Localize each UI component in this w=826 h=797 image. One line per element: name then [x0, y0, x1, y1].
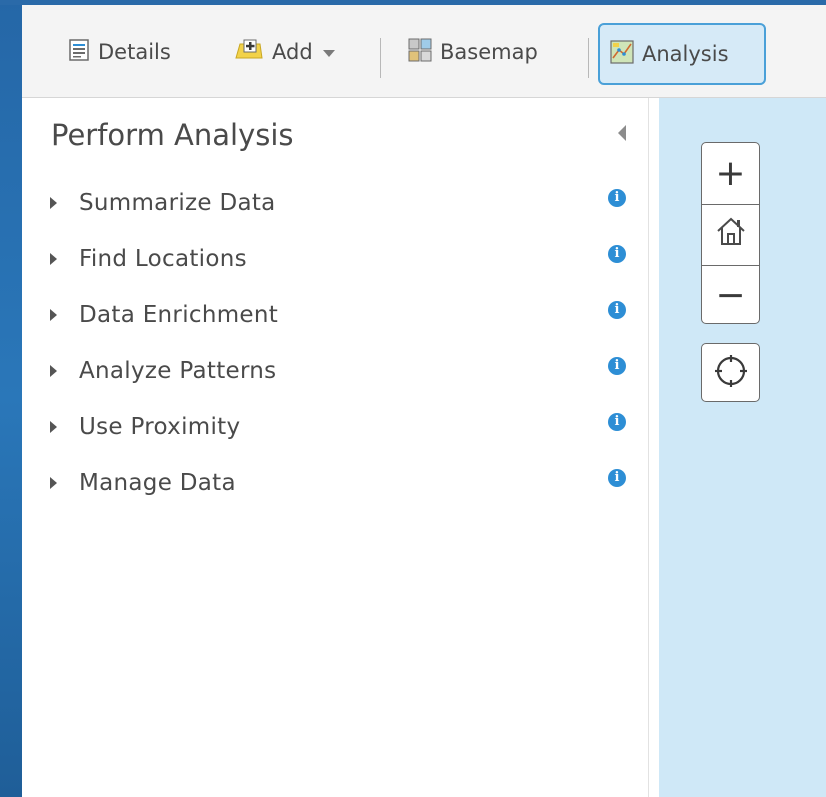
info-icon[interactable]: i: [608, 301, 626, 319]
basemap-grid-icon: [408, 38, 432, 67]
expand-arrow-icon: [50, 421, 57, 433]
expand-arrow-icon: [50, 365, 57, 377]
info-icon[interactable]: i: [608, 469, 626, 487]
analysis-category-manage-data[interactable]: Manage Data: [50, 468, 620, 498]
add-button-label: Add: [272, 40, 313, 64]
desktop-background: [0, 0, 22, 797]
analysis-button[interactable]: Analysis: [598, 23, 766, 85]
info-icon[interactable]: i: [608, 245, 626, 263]
category-label: Data Enrichment: [79, 302, 279, 328]
screen: Details Add Basemap Analysis Perform Ana…: [0, 0, 826, 797]
chevron-down-icon: [322, 50, 335, 57]
zoom-in-button[interactable]: +: [702, 143, 759, 203]
details-button[interactable]: Details: [68, 35, 171, 69]
locate-crosshair-icon: [713, 353, 749, 393]
expand-arrow-icon: [50, 309, 57, 321]
home-icon: [714, 214, 748, 257]
locate-button[interactable]: [701, 343, 760, 402]
collapse-panel-icon[interactable]: [618, 125, 626, 141]
category-label: Summarize Data: [79, 190, 276, 216]
category-label: Use Proximity: [79, 414, 241, 440]
map-viewer-app: Details Add Basemap Analysis Perform Ana…: [22, 5, 826, 797]
basemap-button[interactable]: Basemap: [408, 35, 538, 69]
zoom-out-button[interactable]: −: [702, 265, 759, 325]
analysis-map-icon: [610, 39, 634, 69]
home-button[interactable]: [702, 204, 759, 266]
analysis-category-use-proximity[interactable]: Use Proximity: [50, 412, 620, 442]
expand-arrow-icon: [50, 253, 57, 265]
basemap-button-label: Basemap: [440, 40, 538, 64]
category-label: Find Locations: [79, 246, 247, 272]
details-list-icon: [68, 38, 90, 66]
details-button-label: Details: [98, 40, 171, 64]
analysis-category-find-locations[interactable]: Find Locations: [50, 244, 620, 274]
panel-title: Perform Analysis: [51, 118, 294, 152]
category-label: Analyze Patterns: [79, 358, 277, 384]
expand-arrow-icon: [50, 477, 57, 489]
category-label: Manage Data: [79, 470, 236, 496]
expand-arrow-icon: [50, 197, 57, 209]
toolbar-divider: [380, 38, 381, 78]
analysis-category-summarize-data[interactable]: Summarize Data: [50, 188, 620, 218]
analysis-button-label: Analysis: [642, 42, 729, 66]
add-button[interactable]: Add: [234, 35, 335, 69]
analysis-category-analyze-patterns[interactable]: Analyze Patterns: [50, 356, 620, 386]
map-view[interactable]: + −: [659, 98, 826, 797]
info-icon[interactable]: i: [608, 413, 626, 431]
toolbar-divider: [588, 38, 589, 78]
zoom-controls: + −: [701, 142, 760, 324]
add-content-icon: [234, 38, 264, 67]
info-icon[interactable]: i: [608, 357, 626, 375]
info-icon[interactable]: i: [608, 189, 626, 207]
analysis-category-data-enrichment[interactable]: Data Enrichment: [50, 300, 620, 330]
analysis-panel: Perform Analysis Summarize Data i Find L…: [22, 98, 649, 797]
toolbar: Details Add Basemap Analysis: [22, 5, 826, 98]
